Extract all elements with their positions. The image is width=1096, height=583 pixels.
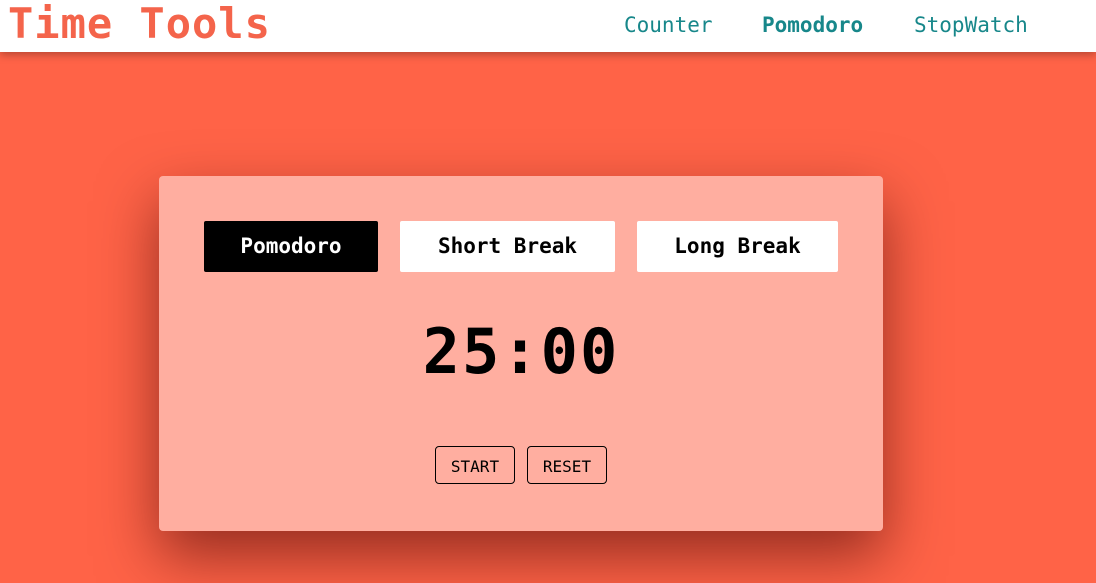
mode-button-short-break[interactable]: Short Break <box>400 221 615 272</box>
timer-display: 25:00 <box>422 315 620 388</box>
mode-button-pomodoro[interactable]: Pomodoro <box>204 221 378 272</box>
nav-link-pomodoro[interactable]: Pomodoro <box>762 0 863 50</box>
app-header: Time Tools Counter Pomodoro StopWatch <box>0 0 1096 52</box>
nav-link-stopwatch[interactable]: StopWatch <box>914 0 1028 50</box>
mode-button-long-break[interactable]: Long Break <box>637 221 838 272</box>
pomodoro-card: Pomodoro Short Break Long Break 25:00 ST… <box>159 176 883 531</box>
nav-link-counter[interactable]: Counter <box>624 0 713 50</box>
app-logo: Time Tools <box>8 0 271 48</box>
start-button[interactable]: START <box>435 446 515 484</box>
reset-button[interactable]: RESET <box>527 446 607 484</box>
